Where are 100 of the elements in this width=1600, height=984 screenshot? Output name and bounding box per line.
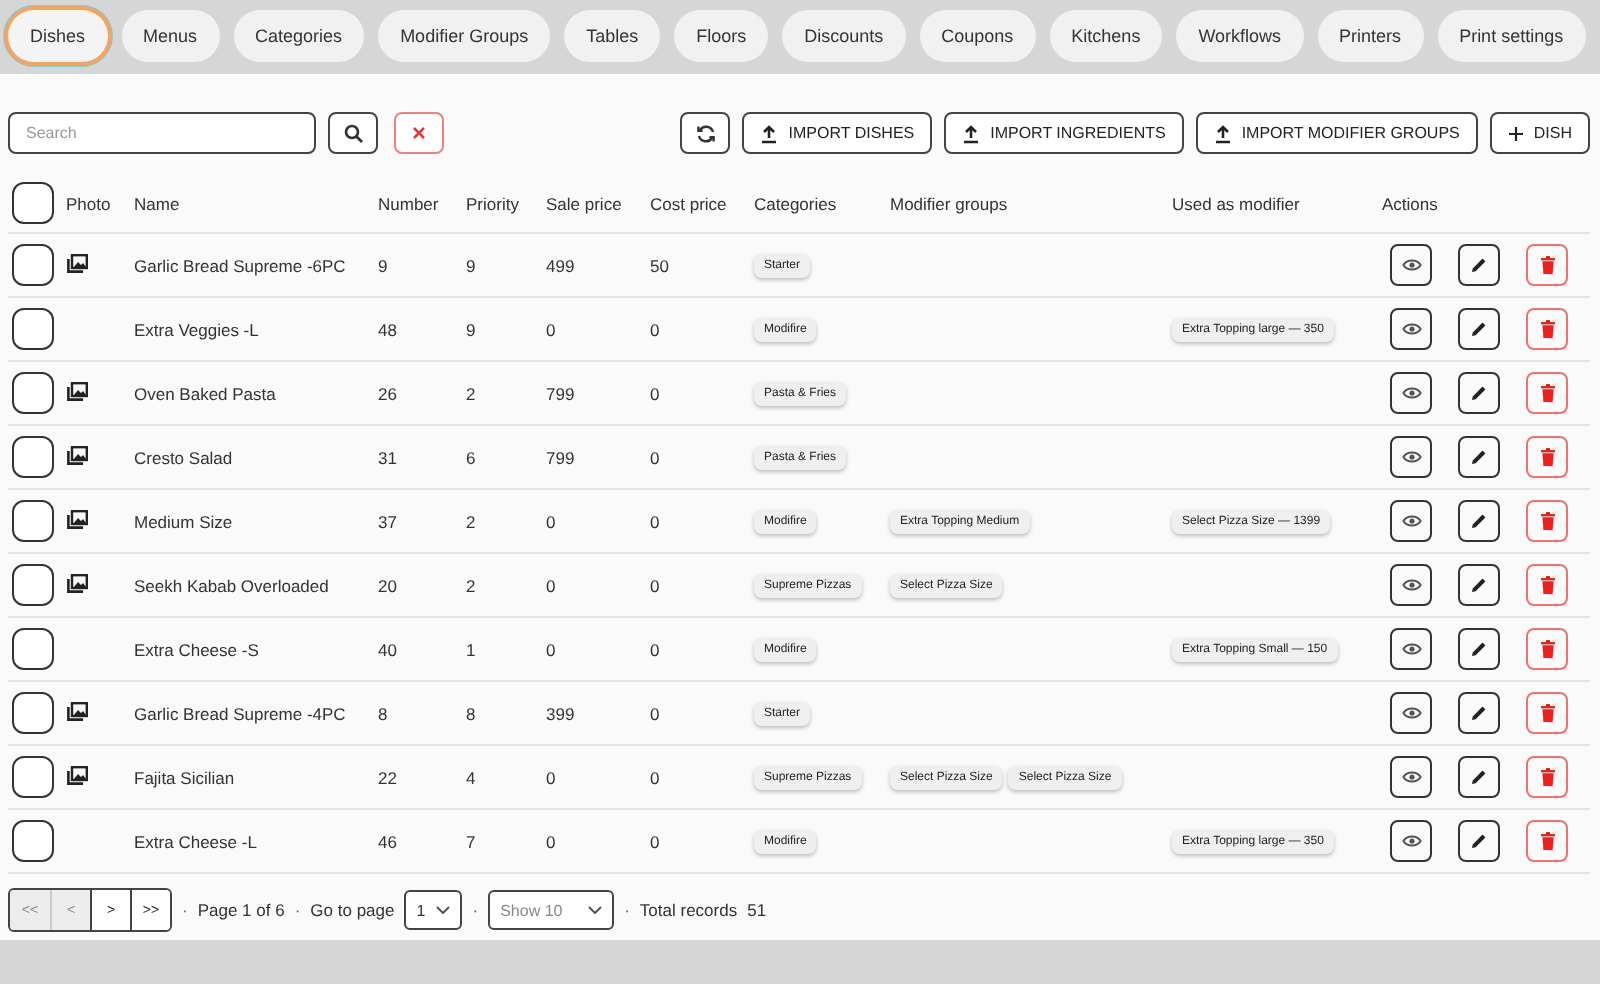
column-header: Name	[134, 193, 180, 213]
page-size-select[interactable]: Show 10	[488, 890, 615, 930]
row-checkbox[interactable]	[12, 820, 54, 862]
pencil-icon	[1470, 512, 1488, 530]
delete-button[interactable]	[1526, 308, 1568, 350]
tab[interactable]: Workflows	[1176, 10, 1304, 62]
priority: 9	[466, 255, 476, 275]
priority: 9	[466, 319, 476, 339]
dish-number: 20	[378, 575, 397, 595]
row-checkbox[interactable]	[12, 692, 54, 734]
view-button[interactable]	[1390, 244, 1432, 286]
delete-button[interactable]	[1526, 628, 1568, 670]
import-button[interactable]: IMPORT INGREDIENTS	[944, 112, 1184, 154]
edit-button[interactable]	[1458, 372, 1500, 414]
dish-name: Fajita Sicilian	[134, 767, 235, 787]
tab[interactable]: Menus	[121, 10, 220, 62]
page-select[interactable]: 1	[404, 890, 463, 930]
column-header: Priority	[466, 193, 519, 213]
view-button[interactable]	[1390, 692, 1432, 734]
row-checkbox[interactable]	[12, 308, 54, 350]
search-button[interactable]	[328, 112, 378, 154]
dish-name: Extra Cheese -L	[134, 831, 257, 851]
dish-number: 31	[378, 447, 397, 467]
tab[interactable]: Printers	[1317, 10, 1424, 62]
row-checkbox[interactable]	[12, 564, 54, 606]
row-checkbox[interactable]	[12, 244, 54, 286]
row-checkbox[interactable]	[12, 436, 54, 478]
separator-dot: ·	[294, 900, 301, 920]
view-button[interactable]	[1390, 436, 1432, 478]
sale-price: 799	[546, 447, 575, 467]
row-checkbox[interactable]	[12, 756, 54, 798]
import-button[interactable]: IMPORT MODIFIER GROUPS	[1195, 112, 1478, 154]
caret-icon	[436, 906, 451, 914]
trash-icon	[1539, 704, 1555, 722]
dish-name: Seekh Kabab Overloaded	[134, 575, 329, 595]
cost-price: 0	[650, 639, 660, 659]
edit-button[interactable]	[1458, 756, 1500, 798]
cost-price: 0	[650, 383, 660, 403]
edit-button[interactable]	[1458, 564, 1500, 606]
delete-button[interactable]	[1526, 436, 1568, 478]
view-button[interactable]	[1390, 564, 1432, 606]
edit-button[interactable]	[1458, 628, 1500, 670]
row-checkbox[interactable]	[12, 628, 54, 670]
tab[interactable]: Print settings	[1437, 10, 1586, 62]
row-checkbox[interactable]	[12, 500, 54, 542]
view-button[interactable]	[1390, 756, 1432, 798]
dish-name: Oven Baked Pasta	[134, 383, 276, 403]
edit-button[interactable]	[1458, 244, 1500, 286]
trash-icon	[1539, 320, 1555, 338]
sale-price: 0	[546, 831, 556, 851]
view-button[interactable]	[1390, 628, 1432, 670]
column-header: Actions	[1382, 193, 1438, 213]
pencil-icon	[1470, 448, 1488, 466]
clear-button[interactable]	[394, 112, 444, 154]
delete-button[interactable]	[1526, 244, 1568, 286]
edit-button[interactable]	[1458, 820, 1500, 862]
dish-name: Garlic Bread Supreme -6PC	[134, 255, 346, 275]
tab[interactable]: Modifier Groups	[378, 10, 551, 62]
tab[interactable]: Categories	[233, 10, 365, 62]
eye-icon	[1401, 258, 1421, 272]
delete-button[interactable]	[1526, 756, 1568, 798]
delete-button[interactable]	[1526, 564, 1568, 606]
import-button[interactable]: IMPORT DISHES	[742, 112, 933, 154]
delete-button[interactable]	[1526, 692, 1568, 734]
tab[interactable]: Dishes	[8, 10, 108, 62]
delete-button[interactable]	[1526, 372, 1568, 414]
edit-button[interactable]	[1458, 500, 1500, 542]
priority: 2	[466, 511, 476, 531]
view-button[interactable]	[1390, 820, 1432, 862]
eye-icon	[1401, 706, 1421, 720]
dish-name: Medium Size	[134, 511, 233, 531]
cost-price: 50	[650, 255, 669, 275]
tab[interactable]: Discounts	[782, 10, 906, 62]
view-button[interactable]	[1390, 500, 1432, 542]
pencil-icon	[1470, 320, 1488, 338]
pencil-icon	[1470, 256, 1488, 274]
tab[interactable]: Coupons	[919, 10, 1036, 62]
search-icon	[343, 123, 363, 143]
sale-price: 0	[546, 319, 556, 339]
column-header: Categories	[754, 193, 837, 213]
search-field[interactable]: Search	[8, 112, 316, 154]
view-button[interactable]	[1390, 372, 1432, 414]
tab[interactable]: Kitchens	[1049, 10, 1163, 62]
tab[interactable]: Tables	[564, 10, 661, 62]
view-button[interactable]	[1390, 308, 1432, 350]
pencil-icon	[1470, 832, 1488, 850]
select-all-checkbox[interactable]	[12, 182, 54, 224]
column-header: Modifier groups	[890, 193, 1008, 213]
refresh-button[interactable]	[680, 112, 731, 154]
edit-button[interactable]	[1458, 308, 1500, 350]
pencil-icon	[1470, 384, 1488, 402]
delete-button[interactable]	[1526, 500, 1568, 542]
edit-button[interactable]	[1458, 436, 1500, 478]
edit-button[interactable]	[1458, 692, 1500, 734]
add-dish-button[interactable]: DISH	[1489, 112, 1590, 154]
column-header: Used as modifier	[1172, 193, 1300, 213]
tab[interactable]: Floors	[674, 10, 769, 62]
delete-button[interactable]	[1526, 820, 1568, 862]
eye-icon	[1401, 322, 1421, 336]
row-checkbox[interactable]	[12, 372, 54, 414]
